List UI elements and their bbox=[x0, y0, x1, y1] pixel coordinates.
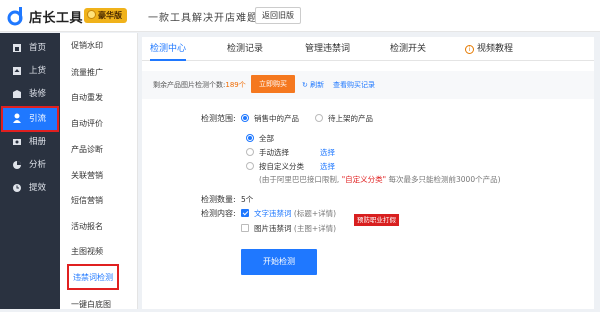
checkbox-image-words[interactable] bbox=[241, 224, 249, 232]
option-detail: (主图+详情) bbox=[293, 224, 337, 233]
coin-icon bbox=[87, 10, 96, 19]
sub-item-promotion[interactable]: 流量推广 bbox=[71, 66, 103, 80]
anti-pro-claimant-tag: 预防职业打假 bbox=[354, 214, 399, 226]
radio-manual[interactable] bbox=[246, 148, 254, 156]
logo-icon bbox=[7, 7, 23, 26]
sub-item-auto-repost[interactable]: 自动重发 bbox=[71, 91, 103, 105]
count-value: 5个 bbox=[241, 195, 254, 204]
tab-manage-banned-words[interactable]: 管理违禁词 bbox=[305, 37, 350, 61]
main-panel: 检测中心 检测记录 管理违禁词 检测开关 i 视频教程 剩余产品图片检测个数:18… bbox=[142, 37, 594, 309]
purchase-records-link[interactable]: 查看购买记录 bbox=[333, 80, 375, 90]
count-label: 检测数量: bbox=[201, 195, 236, 204]
sub-item-white-bg[interactable]: 一键白底图 bbox=[71, 298, 111, 312]
chart-icon bbox=[13, 161, 21, 169]
clock-icon bbox=[13, 184, 21, 192]
category-select-link[interactable]: 选择 bbox=[320, 161, 335, 172]
home-icon bbox=[13, 44, 21, 52]
sub-item-auto-review[interactable]: 自动评价 bbox=[71, 117, 103, 131]
tab-bar: 检测中心 检测记录 管理违禁词 检测开关 i 视频教程 bbox=[142, 37, 594, 61]
option-all: 全部 bbox=[259, 134, 274, 143]
nav-item-analysis[interactable]: 分析 bbox=[3, 155, 57, 175]
sub-item-banned-word-check[interactable]: 违禁词检测 bbox=[67, 264, 119, 290]
manual-select-link[interactable]: 选择 bbox=[320, 147, 335, 158]
option-text-words: 文字违禁词 (标题+详情) bbox=[254, 208, 336, 219]
album-icon bbox=[13, 139, 21, 145]
nav-item-traffic[interactable]: 引流 bbox=[1, 106, 59, 132]
tab-label: 视频教程 bbox=[477, 44, 514, 54]
tab-check-switch[interactable]: 检测开关 bbox=[390, 37, 426, 61]
nav-item-decorate[interactable]: 装修 bbox=[3, 84, 57, 104]
nav-item-upload[interactable]: 上货 bbox=[3, 61, 57, 81]
radio-on-sale[interactable] bbox=[241, 114, 249, 122]
start-check-button[interactable]: 开始检测 bbox=[241, 249, 317, 275]
nav-label: 分析 bbox=[29, 160, 47, 170]
nav-item-home[interactable]: 首页 bbox=[3, 38, 57, 58]
sub-item-diagnosis[interactable]: 产品诊断 bbox=[71, 143, 103, 157]
option-name: 图片违禁词 bbox=[254, 224, 292, 233]
note-highlight: "自定义分类" bbox=[341, 175, 387, 184]
range-label: 检测范围: bbox=[201, 114, 236, 123]
limit-note: (由于阿里巴巴接口限制, "自定义分类" 每次最多只能检测前3000个产品) bbox=[259, 174, 589, 185]
nav-item-album[interactable]: 相册 bbox=[3, 132, 57, 152]
option-on-sale: 销售中的产品 bbox=[254, 114, 299, 123]
option-pending: 待上架的产品 bbox=[328, 114, 373, 123]
quota-prefix: 剩余产品图片检测个数: bbox=[153, 81, 226, 89]
refresh-link[interactable]: ↻ 刷新 bbox=[302, 80, 324, 90]
back-to-old-version-button[interactable]: 返回旧版 bbox=[255, 7, 301, 24]
option-detail: (标题+详情) bbox=[293, 209, 337, 218]
tab-video-tutorial[interactable]: i 视频教程 bbox=[465, 37, 513, 61]
upload-icon bbox=[13, 67, 21, 75]
top-bar: 店长工具 豪华版 一款工具解决开店难题 返回旧版 bbox=[0, 0, 600, 32]
sub-item-watermark[interactable]: 促销水印 bbox=[71, 39, 103, 53]
tab-check-center[interactable]: 检测中心 bbox=[150, 37, 187, 61]
nav-label: 相册 bbox=[29, 137, 47, 147]
nav-label: 引流 bbox=[29, 114, 47, 124]
sub-item-event-signup[interactable]: 活动报名 bbox=[71, 220, 103, 234]
radio-all[interactable] bbox=[246, 134, 254, 142]
sub-item-related-marketing[interactable]: 关联营销 bbox=[71, 169, 103, 183]
decorate-icon bbox=[13, 90, 21, 98]
brand-name: 店长工具 bbox=[29, 11, 84, 26]
buy-now-button[interactable]: 立即购买 bbox=[251, 75, 295, 93]
refresh-label: 刷新 bbox=[310, 81, 325, 89]
user-icon bbox=[13, 113, 21, 123]
content-label: 检测内容: bbox=[201, 209, 236, 218]
checkbox-text-words[interactable] bbox=[241, 209, 249, 217]
nav-item-efficiency[interactable]: 提效 bbox=[3, 178, 57, 198]
edition-label: 豪华版 bbox=[98, 11, 122, 20]
info-icon: i bbox=[465, 45, 474, 54]
option-image-words: 图片违禁词 (主图+详情) bbox=[254, 223, 336, 234]
note-suffix: 每次最多只能检测前3000个产品) bbox=[388, 175, 501, 184]
quota-bar: 剩余产品图片检测个数:189个 立即购买 ↻ 刷新 查看购买记录 bbox=[142, 71, 594, 99]
quota-text: 剩余产品图片检测个数:189个 bbox=[153, 80, 246, 90]
nav-label: 首页 bbox=[29, 43, 47, 53]
sub-nav: 促销水印 流量推广 自动重发 自动评价 产品诊断 关联营销 短信营销 活动报名 … bbox=[60, 33, 138, 309]
nav-label: 上货 bbox=[29, 66, 47, 76]
nav-label: 提效 bbox=[29, 183, 47, 193]
radio-pending[interactable] bbox=[315, 114, 323, 122]
slogan: 一款工具解决开店难题 bbox=[148, 13, 258, 24]
note-prefix: (由于阿里巴巴接口限制, bbox=[259, 175, 340, 184]
quota-count: 189个 bbox=[225, 81, 246, 89]
tab-check-records[interactable]: 检测记录 bbox=[227, 37, 263, 61]
option-name: 文字违禁词 bbox=[254, 209, 292, 218]
main-nav: 首页 上货 装修 引流 相册 分析 提效 bbox=[0, 33, 60, 309]
option-manual: 手动选择 bbox=[259, 148, 289, 157]
radio-custom-category[interactable] bbox=[246, 162, 254, 170]
option-custom-category: 按自定义分类 bbox=[259, 162, 304, 171]
nav-label: 装修 bbox=[29, 89, 47, 99]
edition-badge: 豪华版 bbox=[84, 8, 127, 23]
sub-item-sms-marketing[interactable]: 短信营销 bbox=[71, 194, 103, 208]
sub-item-main-video[interactable]: 主图视频 bbox=[71, 245, 103, 259]
